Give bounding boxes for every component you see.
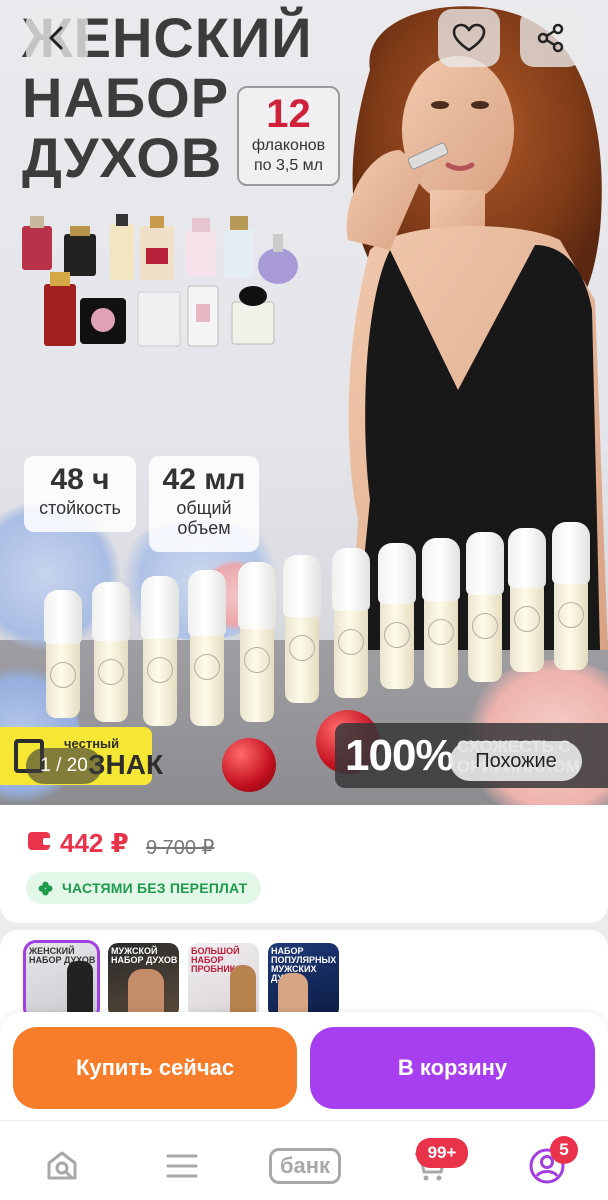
wallet-icon bbox=[28, 832, 52, 850]
clover-icon bbox=[38, 881, 53, 896]
old-price: 9 700 ₽ bbox=[146, 837, 215, 859]
nav-home[interactable] bbox=[40, 1144, 84, 1188]
bank-label: банк bbox=[268, 1148, 342, 1184]
image-counter: 1 / 20 bbox=[26, 748, 102, 784]
cart-badge: 99+ bbox=[416, 1138, 468, 1168]
thumbnail-1[interactable]: ЖЕНСКИЙ НАБОР ДУХОВ bbox=[23, 940, 100, 1021]
menu-icon bbox=[166, 1154, 198, 1178]
installment-badge[interactable]: ЧАСТЯМИ БЕЗ ПЕРЕПЛАТ bbox=[26, 872, 262, 904]
tester-vial bbox=[92, 582, 130, 722]
tester-vial bbox=[552, 522, 590, 670]
longevity-stat: 48 ч стойкость bbox=[24, 456, 136, 532]
tester-vial bbox=[466, 532, 504, 682]
share-button[interactable] bbox=[520, 9, 582, 67]
thumbnail-2[interactable]: МУЖСКОЙ НАБОР ДУХОВ bbox=[108, 943, 179, 1018]
tester-vial bbox=[378, 543, 416, 689]
tester-vial bbox=[508, 528, 546, 672]
nav-bank[interactable]: банк bbox=[264, 1144, 346, 1188]
bottle-count-label: флаконов bbox=[251, 137, 326, 154]
product-image-gallery[interactable]: ЖЕНСКИЙ НАБОР ДУХОВ 12 флаконов по 3,5 м… bbox=[0, 0, 608, 805]
thumbnail-3[interactable]: БОЛЬШОЙ НАБОР ПРОБНИКОВ bbox=[188, 943, 259, 1018]
price-card bbox=[0, 805, 608, 923]
bottle-count: 12 bbox=[266, 92, 311, 136]
thumbnail-4[interactable]: НАБОР ПОПУЛЯРНЫХ МУЖСКИХ ДУХОВ bbox=[268, 943, 339, 1018]
tester-vial bbox=[283, 555, 321, 703]
volume-label-1: общий bbox=[176, 498, 232, 518]
volume-stat: 42 мл общий объем bbox=[149, 456, 259, 552]
back-button[interactable] bbox=[26, 9, 88, 67]
tester-vial bbox=[238, 562, 276, 722]
nav-catalog[interactable] bbox=[160, 1144, 204, 1188]
share-icon bbox=[537, 23, 564, 53]
installment-label: ЧАСТЯМИ БЕЗ ПЕРЕПЛАТ bbox=[62, 880, 248, 896]
heart-icon bbox=[452, 23, 486, 52]
similar-products-button[interactable]: Похожие bbox=[450, 741, 582, 781]
add-to-cart-button[interactable]: В корзину bbox=[310, 1027, 595, 1109]
tester-vial bbox=[44, 590, 82, 718]
tester-vial bbox=[422, 538, 460, 688]
profile-badge: 5 bbox=[550, 1136, 578, 1164]
bottle-count-badge: 12 флаконов по 3,5 мл bbox=[237, 86, 340, 186]
bottle-volume-label: по 3,5 мл bbox=[253, 157, 324, 174]
cherry bbox=[222, 738, 276, 792]
home-search-icon bbox=[47, 1151, 77, 1180]
perfume-bottles-collage bbox=[22, 214, 298, 347]
volume-value: 42 мл bbox=[162, 463, 246, 496]
buy-now-button[interactable]: Купить сейчас bbox=[13, 1027, 297, 1109]
chevron-left-icon bbox=[49, 26, 63, 50]
similarity-percent: 100% bbox=[345, 731, 455, 780]
tester-vial bbox=[332, 548, 370, 698]
thumbnail-title: МУЖСКОЙ НАБОР ДУХОВ bbox=[111, 946, 178, 965]
longevity-label: стойкость bbox=[39, 498, 121, 518]
favorite-button[interactable] bbox=[438, 9, 500, 67]
tester-vial bbox=[188, 570, 226, 726]
tester-vial bbox=[141, 576, 179, 726]
volume-label-2: объем bbox=[177, 518, 231, 538]
current-price: 442 ₽ bbox=[60, 828, 129, 858]
longevity-value: 48 ч bbox=[50, 463, 110, 496]
